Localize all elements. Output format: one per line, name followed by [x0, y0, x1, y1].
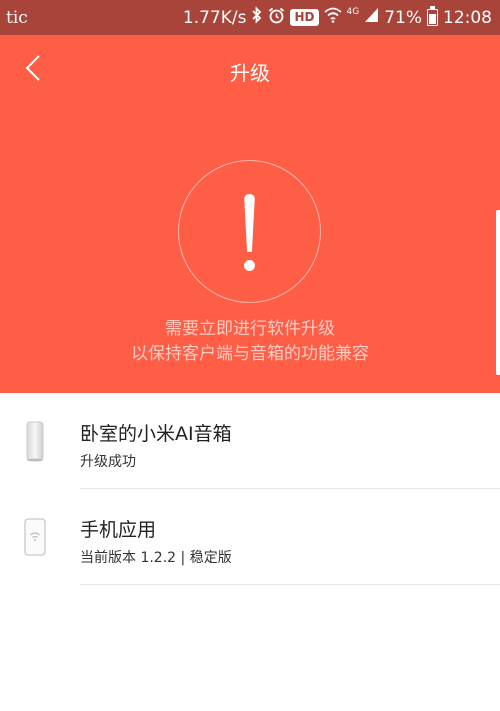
network-type: 4G [346, 6, 360, 17]
list-item: 手机应用 当前版本 1.2.2 | 稳定版 [0, 489, 500, 585]
clock: 12:08 [443, 7, 492, 28]
upgrade-header: 升级 需要立即进行软件升级 以保持客户端与音箱的功能兼容 [0, 35, 500, 393]
device-name: 卧室的小米AI音箱 [80, 423, 232, 445]
battery-icon [427, 6, 438, 26]
alarm-icon [268, 7, 285, 29]
device-name: 手机应用 [80, 519, 157, 541]
device-status: 当前版本 1.2.2 | 稳定版 [80, 550, 232, 566]
carrier-label: tic [6, 7, 28, 28]
list-item: 卧室的小米AI音箱 升级成功 [0, 393, 500, 489]
upgrade-message-line2: 以保持客户端与音箱的功能兼容 [131, 344, 369, 364]
bluetooth-icon [251, 6, 263, 29]
page-title: 升级 [230, 61, 270, 85]
device-list: 卧室的小米AI音箱 升级成功 手机应用 当前版本 1.2.2 | 稳定版 [0, 393, 500, 585]
wifi-icon [323, 7, 342, 28]
status-bar: tic 1.77K/s HD 4G 71% 12:08 [0, 0, 500, 35]
scroll-indicator [496, 210, 500, 375]
device-status: 升级成功 [80, 454, 136, 470]
speaker-icon [22, 419, 48, 463]
network-speed: 1.77K/s [182, 7, 247, 28]
phone-icon [22, 515, 48, 559]
battery-percent: 71% [384, 7, 422, 28]
signal-icon [364, 7, 379, 28]
status-icons: 1.77K/s HD 4G 71% 12:08 [183, 6, 492, 29]
divider [80, 584, 500, 585]
hd-badge: HD [290, 9, 319, 26]
exclamation-icon [178, 160, 321, 303]
upgrade-message-line1: 需要立即进行软件升级 [165, 319, 335, 339]
